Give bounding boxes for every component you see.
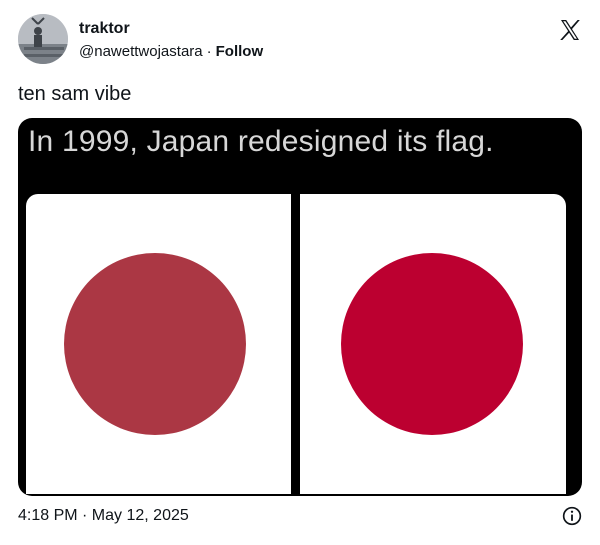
- handle[interactable]: @nawettwojastara: [79, 43, 203, 60]
- separator: ·: [206, 43, 212, 60]
- follow-button[interactable]: Follow: [216, 43, 264, 60]
- x-logo-icon[interactable]: [558, 18, 582, 42]
- author-names: traktor @nawettwojastara · Follow: [79, 19, 263, 62]
- avatar-image: [18, 14, 68, 64]
- meme-caption: In 1999, Japan redesigned its flag.: [28, 125, 494, 158]
- timestamp[interactable]: 4:18 PM · May 12, 2025: [18, 507, 189, 524]
- tweet-header: traktor @nawettwojastara · Follow: [18, 14, 582, 66]
- display-name[interactable]: traktor: [79, 19, 263, 39]
- tweet-text: ten sam vibe: [18, 83, 132, 105]
- tweet-footer: 4:18 PM · May 12, 2025: [18, 505, 582, 527]
- flag-disc-new: [341, 253, 523, 435]
- tweet-media[interactable]: In 1999, Japan redesigned its flag.: [18, 118, 582, 496]
- handle-row: @nawettwojastara · Follow: [79, 42, 263, 62]
- flag-panel-old: [26, 194, 291, 494]
- avatar[interactable]: [18, 14, 68, 64]
- info-icon[interactable]: [562, 506, 582, 526]
- flag-disc-old: [64, 253, 246, 435]
- flag-panel-new: [300, 194, 566, 494]
